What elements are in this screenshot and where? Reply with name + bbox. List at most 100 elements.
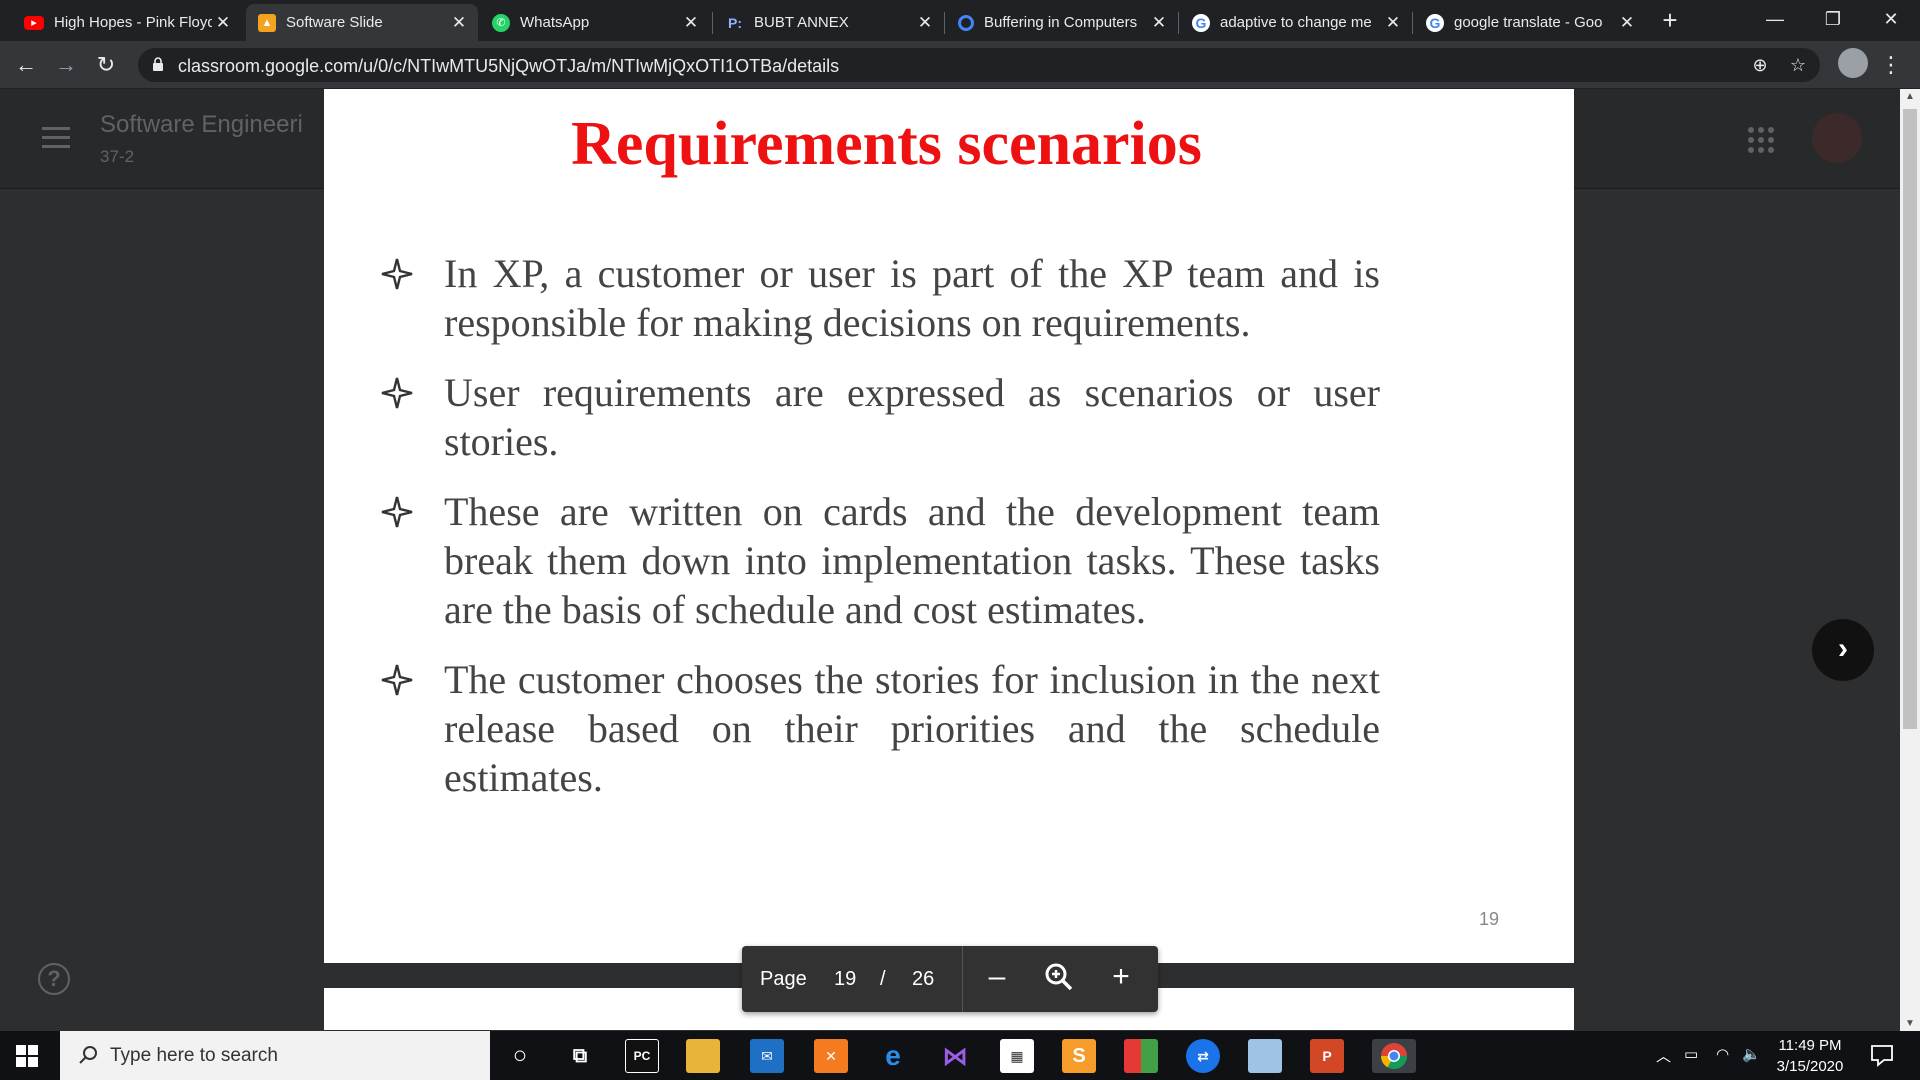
address-bar[interactable]: classroom.google.com/u/0/c/NTIwMTU5NjQwO… — [138, 48, 1820, 82]
close-icon[interactable]: ✕ — [1382, 13, 1404, 33]
search-placeholder: Type here to search — [110, 1045, 278, 1066]
menu-icon[interactable] — [42, 127, 70, 148]
tab-adaptive[interactable]: G adaptive to change me ✕ — [1180, 4, 1412, 41]
close-window-icon[interactable]: ✕ — [1862, 0, 1920, 40]
slide-number: 19 — [1479, 909, 1500, 929]
classroom-slides-icon: ▲ — [258, 13, 276, 32]
page-toolbar: Page 19 / 26 – + — [742, 946, 1158, 1012]
tab-title: Buffering in Computers — [984, 14, 1138, 31]
class-section: 37-2 — [100, 147, 135, 166]
mail-icon[interactable]: ✉ — [750, 1039, 784, 1073]
vertical-scrollbar[interactable]: ▲ ▼ — [1900, 89, 1920, 1031]
powerpoint-icon[interactable]: P — [1310, 1039, 1344, 1073]
scroll-up-icon[interactable]: ▲ — [1900, 91, 1920, 102]
clock-date: 3/15/2020 — [1776, 1058, 1844, 1075]
reload-icon[interactable]: ↻ — [90, 49, 122, 81]
close-icon[interactable]: ✕ — [448, 13, 470, 33]
new-tab-button[interactable]: + — [1655, 4, 1685, 36]
taskbar-clock[interactable]: 11:49 PM 3/15/2020 — [1760, 1035, 1860, 1077]
tab-title: Software Slide — [286, 14, 383, 31]
winrar-icon[interactable] — [1124, 1039, 1158, 1073]
back-icon[interactable]: ← — [10, 49, 42, 81]
volume-icon[interactable]: 🔈 — [1742, 1045, 1761, 1063]
virtualbox-icon[interactable] — [1248, 1039, 1282, 1073]
cortana-icon[interactable]: ○ — [503, 1039, 537, 1073]
current-page[interactable]: 19 — [834, 968, 856, 991]
bullet-item: In XP, a customer or user is part of the… — [380, 249, 1380, 347]
teamviewer-icon[interactable]: ⇄ — [1186, 1039, 1220, 1073]
page-label: Page — [760, 968, 807, 990]
close-icon[interactable]: ✕ — [1616, 13, 1638, 33]
close-icon[interactable]: ✕ — [914, 13, 936, 33]
google-apps-icon[interactable] — [1748, 127, 1774, 153]
class-title[interactable]: Software Engineeri — [100, 111, 303, 139]
browser-tab-strip: ▸ High Hopes - Pink Floyd ✕ ▲ Software S… — [0, 0, 1920, 41]
bullet-text: User requirements are expressed as scena… — [444, 370, 1380, 464]
more-menu-icon[interactable]: ⋮ — [1880, 49, 1902, 81]
restore-icon[interactable]: ❐ — [1804, 0, 1862, 40]
close-icon[interactable]: ✕ — [212, 13, 234, 33]
profile-avatar[interactable] — [1838, 48, 1868, 78]
close-icon[interactable]: ✕ — [1148, 13, 1170, 33]
scrollbar-thumb[interactable] — [1903, 109, 1917, 729]
tab-google-translate[interactable]: G google translate - Goo ✕ — [1414, 4, 1646, 41]
tab-divider — [1178, 12, 1179, 34]
store-icon[interactable]: ▦ — [1000, 1039, 1034, 1073]
bullet-item: These are written on cards and the devel… — [380, 487, 1380, 634]
sublime-text-icon[interactable]: S — [1062, 1039, 1096, 1073]
zoom-magnifier-icon[interactable] — [1042, 960, 1076, 994]
tab-whatsapp[interactable]: ✆ WhatsApp ✕ — [480, 4, 710, 41]
pycharm-icon[interactable]: PC — [625, 1039, 659, 1073]
four-point-star-icon — [381, 377, 413, 409]
tab-software-slide[interactable]: ▲ Software Slide ✕ — [246, 4, 478, 41]
slide-bullet-list: In XP, a customer or user is part of the… — [380, 249, 1380, 823]
account-avatar[interactable] — [1812, 113, 1862, 163]
four-point-star-icon — [381, 496, 413, 528]
bullet-text: The customer chooses the stories for inc… — [444, 657, 1380, 800]
tab-youtube[interactable]: ▸ High Hopes - Pink Floyd ✕ — [12, 4, 242, 41]
quora-icon — [958, 14, 974, 31]
tab-buffering[interactable]: Buffering in Computers ✕ — [946, 4, 1178, 41]
slide-title: Requirements scenarios — [571, 110, 1202, 178]
search-icon — [79, 1046, 97, 1064]
windows-start-icon[interactable] — [16, 1045, 38, 1067]
visual-studio-icon[interactable]: ⋈ — [938, 1039, 972, 1073]
bullet-text: These are written on cards and the devel… — [444, 489, 1380, 632]
google-icon: G — [1426, 13, 1444, 32]
four-point-star-icon — [381, 664, 413, 696]
tab-title: WhatsApp — [520, 14, 590, 31]
tab-divider — [1412, 12, 1413, 34]
zoom-in-icon[interactable]: + — [1104, 960, 1138, 994]
bullet-text: In XP, a customer or user is part of the… — [444, 251, 1380, 345]
bookmark-star-icon[interactable]: ☆ — [1786, 53, 1810, 77]
next-file-arrow-icon[interactable]: › — [1812, 619, 1874, 681]
tab-title: High Hopes - Pink Floyd — [54, 14, 212, 31]
chrome-icon[interactable] — [1372, 1039, 1416, 1073]
forward-icon[interactable]: → — [50, 49, 82, 81]
scroll-down-icon[interactable]: ▼ — [1900, 1018, 1920, 1029]
browser-toolbar: ← → ↻ classroom.google.com/u/0/c/NTIwMTU… — [0, 41, 1920, 89]
windows-taskbar: Type here to search ○ ⧉ PC ✉ ✕ e ⋈ ▦ S ⇄… — [0, 1031, 1920, 1080]
bubt-icon: P: — [728, 14, 742, 31]
help-icon[interactable]: ? — [38, 963, 70, 995]
tab-divider — [712, 12, 713, 34]
battery-icon[interactable]: ▭ — [1684, 1045, 1698, 1063]
page-separator: / — [880, 968, 886, 990]
tab-bubt-annex[interactable]: P: BUBT ANNEX ✕ — [714, 4, 944, 41]
edge-icon[interactable]: e — [876, 1039, 910, 1073]
google-icon: G — [1192, 13, 1210, 32]
zoom-out-icon[interactable]: – — [980, 960, 1014, 994]
wifi-icon[interactable]: ◠ — [1716, 1045, 1729, 1063]
url-text: classroom.google.com/u/0/c/NTIwMTU5NjQwO… — [178, 56, 840, 76]
slide-page: Requirements scenarios In XP, a customer… — [324, 89, 1574, 963]
minimize-icon[interactable]: — — [1746, 0, 1804, 40]
task-view-icon[interactable]: ⧉ — [563, 1039, 597, 1073]
close-icon[interactable]: ✕ — [680, 13, 702, 33]
file-explorer-icon[interactable] — [686, 1039, 720, 1073]
tab-divider — [944, 12, 945, 34]
notification-icon[interactable] — [1870, 1043, 1894, 1067]
show-hidden-icons-icon[interactable]: ︿ — [1656, 1045, 1671, 1066]
taskbar-search-box[interactable]: Type here to search — [60, 1031, 490, 1080]
zoom-icon[interactable]: ⊕ — [1748, 53, 1772, 77]
xampp-icon[interactable]: ✕ — [814, 1039, 848, 1073]
